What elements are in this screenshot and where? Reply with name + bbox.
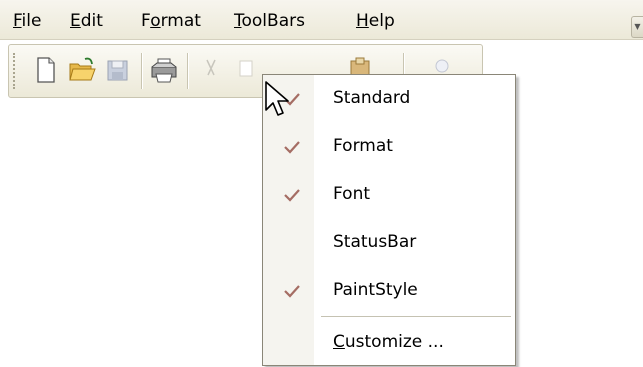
checkmark-icon <box>284 141 300 154</box>
menu-item-font[interactable]: Font <box>263 171 515 219</box>
new-document-icon[interactable] <box>31 55 59 85</box>
checkmark-icon <box>284 285 300 298</box>
checkmark-icon <box>284 189 300 202</box>
open-folder-icon[interactable] <box>67 55 96 85</box>
menu-item-standard[interactable]: Standard <box>263 75 515 123</box>
toolbar-grip[interactable] <box>13 53 19 89</box>
menu-item-paintstyle[interactable]: PaintStyle <box>263 267 515 315</box>
menu-item-customize[interactable]: Customize ... <box>263 319 515 367</box>
menu-item-format[interactable]: Format <box>263 123 515 171</box>
cut-icon[interactable] <box>197 55 225 85</box>
copy-icon[interactable] <box>235 55 263 85</box>
menu-toolbars[interactable]: ToolBars <box>234 10 305 32</box>
menu-format[interactable]: Format <box>141 10 201 32</box>
mouse-pointer-icon <box>265 81 289 116</box>
save-disk-icon[interactable] <box>103 55 131 85</box>
menubar-overflow-button[interactable]: ▼ <box>631 16 643 38</box>
toolbars-context-menu: Standard Format Font StatusBar PaintStyl… <box>262 74 516 366</box>
menu-edit[interactable]: Edit <box>70 10 103 32</box>
toolbar-separator <box>187 53 189 89</box>
menu-item-statusbar[interactable]: StatusBar <box>263 219 515 267</box>
print-icon[interactable] <box>149 55 177 85</box>
menu-separator <box>321 316 511 317</box>
menu-bar: File Edit Format ToolBars Help ▼ <box>0 0 643 40</box>
menu-file[interactable]: File <box>13 10 41 32</box>
menu-help[interactable]: Help <box>356 10 395 32</box>
toolbar-separator <box>141 53 143 89</box>
